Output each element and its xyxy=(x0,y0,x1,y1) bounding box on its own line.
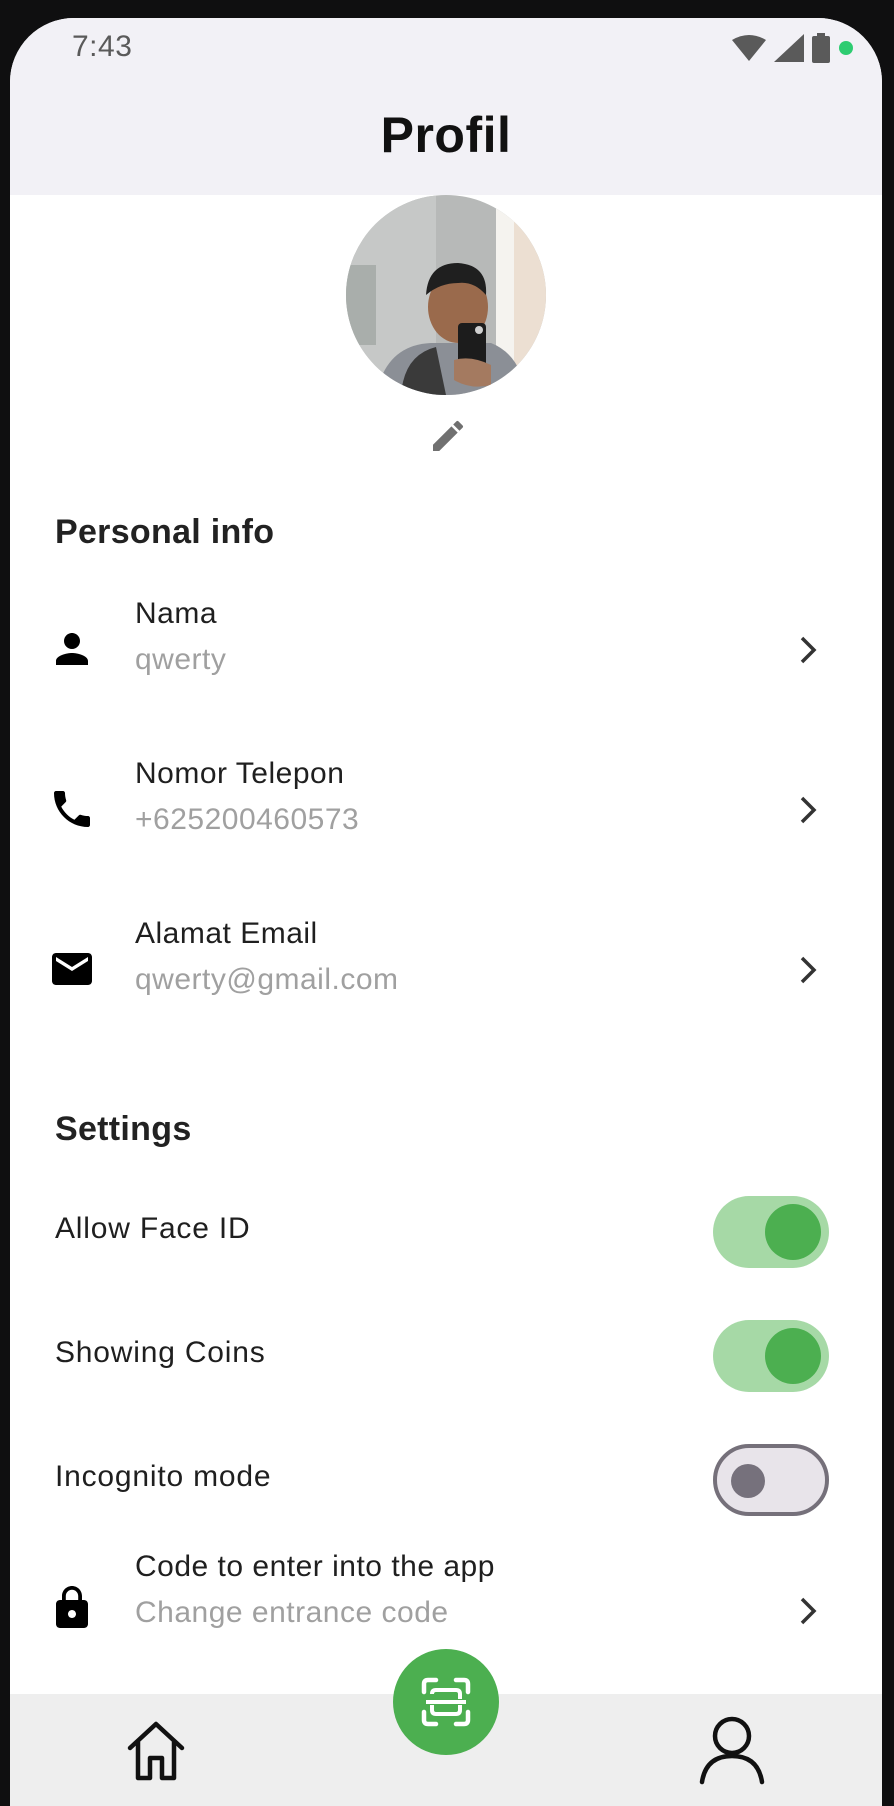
toggle-knob xyxy=(765,1328,821,1384)
battery-icon xyxy=(812,33,830,63)
entrance-code-label: Code to enter into the app xyxy=(135,1550,495,1583)
name-value: qwerty xyxy=(135,643,227,676)
showing-coins-toggle[interactable] xyxy=(713,1320,829,1392)
scan-icon xyxy=(421,1677,471,1727)
email-icon xyxy=(52,953,92,985)
face-id-toggle[interactable] xyxy=(713,1196,829,1268)
green-dot-indicator xyxy=(839,41,853,55)
toggle-knob xyxy=(765,1204,821,1260)
entrance-code-row[interactable]: Code to enter into the app Change entran… xyxy=(10,1536,882,1666)
incognito-setting: Incognito mode xyxy=(10,1434,882,1524)
face-id-setting: Allow Face ID xyxy=(10,1186,882,1276)
pencil-icon xyxy=(433,420,464,451)
scan-fab-button[interactable] xyxy=(393,1649,499,1755)
showing-coins-setting: Showing Coins xyxy=(10,1310,882,1400)
email-row[interactable]: Alamat Email qwerty@gmail.com xyxy=(10,905,882,1035)
edit-avatar-button[interactable] xyxy=(428,416,468,456)
personal-info-heading: Personal info xyxy=(55,513,275,551)
screen: 7:43 Profil Personal info Nama qwerty No… xyxy=(10,18,882,1806)
chevron-right-icon xyxy=(800,1597,817,1625)
incognito-label: Incognito mode xyxy=(55,1460,272,1493)
person-icon xyxy=(56,633,88,665)
phone-row[interactable]: Nomor Telepon +625200460573 xyxy=(10,745,882,875)
email-value: qwerty@gmail.com xyxy=(135,963,399,996)
home-icon xyxy=(127,1721,185,1781)
app-header: 7:43 Profil xyxy=(10,18,882,195)
name-label: Nama xyxy=(135,597,218,630)
chevron-right-icon xyxy=(800,796,817,824)
avatar[interactable] xyxy=(346,195,546,395)
incognito-toggle[interactable] xyxy=(713,1444,829,1516)
page-title: Profil xyxy=(380,107,512,163)
status-time: 7:43 xyxy=(72,30,133,63)
face-id-label: Allow Face ID xyxy=(55,1212,251,1245)
chevron-right-icon xyxy=(800,956,817,984)
settings-heading: Settings xyxy=(55,1110,192,1148)
wifi-icon xyxy=(732,35,766,61)
phone-value: +625200460573 xyxy=(135,803,360,836)
phone-label: Nomor Telepon xyxy=(135,757,345,790)
showing-coins-label: Showing Coins xyxy=(55,1336,266,1369)
chevron-right-icon xyxy=(800,636,817,664)
toggle-knob xyxy=(731,1464,765,1498)
phone-icon xyxy=(54,791,90,827)
person-outline-icon xyxy=(699,1716,765,1785)
name-row[interactable]: Nama qwerty xyxy=(10,585,882,715)
entrance-code-value: Change entrance code xyxy=(135,1596,449,1629)
nav-home-button[interactable] xyxy=(120,1714,192,1786)
nav-profile-button[interactable] xyxy=(694,1712,770,1788)
status-icons xyxy=(732,32,854,64)
lock-icon xyxy=(56,1586,88,1628)
cellular-icon xyxy=(774,34,804,62)
email-label: Alamat Email xyxy=(135,917,318,950)
